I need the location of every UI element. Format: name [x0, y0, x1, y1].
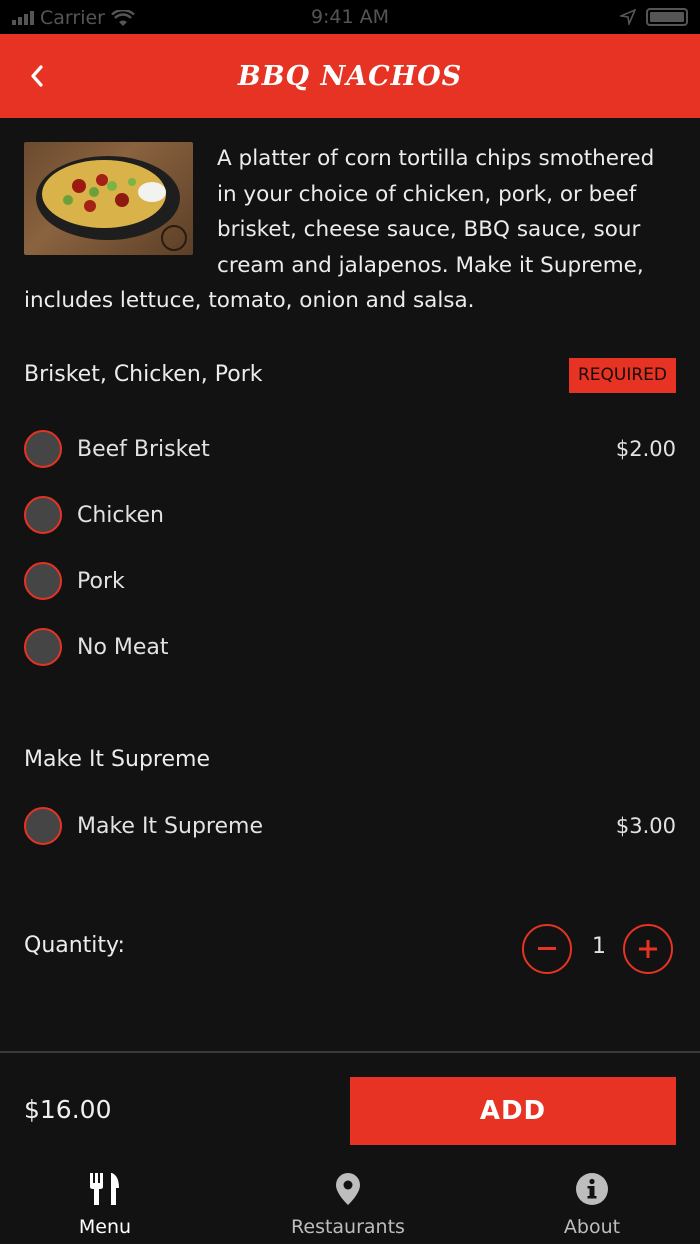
decrease-quantity-button[interactable] — [522, 924, 572, 974]
option-label: Beef Brisket — [77, 436, 210, 462]
map-pin-icon — [336, 1173, 360, 1205]
status-time: 9:41 AM — [310, 6, 390, 28]
footer-divider — [0, 1051, 700, 1053]
battery-icon — [646, 8, 688, 26]
tab-label: Restaurants — [291, 1216, 405, 1238]
option-make-it-supreme[interactable]: Make It Supreme $3.00 — [24, 804, 676, 848]
option-price: $2.00 — [615, 437, 676, 461]
tab-label: Menu — [78, 1216, 132, 1238]
radio-button[interactable] — [24, 628, 62, 666]
status-bar: Carrier 9:41 AM — [0, 0, 700, 34]
add-to-order-button[interactable]: ADD — [350, 1077, 676, 1145]
tab-menu[interactable]: Menu — [5, 1162, 205, 1244]
plus-icon — [639, 940, 657, 958]
option-pork[interactable]: Pork — [24, 559, 676, 603]
back-button[interactable] — [22, 60, 52, 92]
option-label: Make It Supreme — [77, 813, 263, 839]
radio-button[interactable] — [24, 430, 62, 468]
item-photo — [24, 142, 193, 255]
option-beef-brisket[interactable]: Beef Brisket $2.00 — [24, 427, 676, 471]
radio-button[interactable] — [24, 496, 62, 534]
chevron-left-icon — [31, 65, 43, 87]
quantity-label: Quantity: — [24, 933, 125, 958]
group-title-meat: Brisket, Chicken, Pork — [24, 362, 263, 387]
group-title-supreme: Make It Supreme — [24, 747, 210, 772]
minus-icon — [538, 947, 556, 950]
page-title: BBQ NACHOS — [237, 60, 463, 92]
required-badge: REQUIRED — [568, 358, 676, 393]
item-summary: A platter of corn tortilla chips smother… — [24, 141, 674, 319]
increase-quantity-button[interactable] — [623, 924, 673, 974]
quantity-value: 1 — [592, 934, 606, 959]
fork-knife-icon — [90, 1173, 119, 1205]
option-price: $3.00 — [615, 814, 676, 838]
location-arrow-icon — [620, 9, 636, 25]
status-right — [620, 8, 688, 26]
radio-button[interactable] — [24, 562, 62, 600]
radio-button[interactable] — [24, 807, 62, 845]
tab-bar: Menu Restaurants About — [0, 1162, 700, 1244]
order-total: $16.00 — [24, 1095, 112, 1124]
option-label: No Meat — [77, 634, 169, 660]
header-bar: BBQ NACHOS — [0, 34, 700, 118]
tab-about[interactable]: About — [492, 1162, 692, 1244]
option-chicken[interactable]: Chicken — [24, 493, 676, 537]
option-label: Pork — [77, 568, 125, 594]
option-no-meat[interactable]: No Meat — [24, 625, 676, 669]
info-icon — [576, 1173, 608, 1205]
tab-restaurants[interactable]: Restaurants — [248, 1162, 448, 1244]
option-label: Chicken — [77, 502, 164, 528]
tab-label: About — [563, 1216, 621, 1238]
